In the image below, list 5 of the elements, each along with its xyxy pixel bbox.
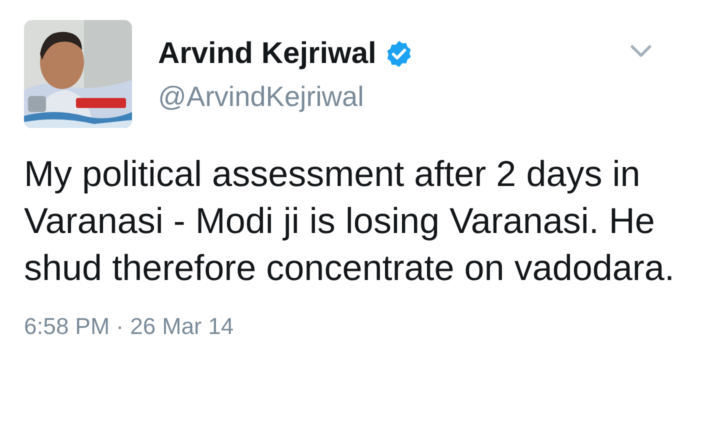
author-handle[interactable]: @ArvindKejriwal — [158, 80, 414, 114]
author-name: Arvind Kejriwal — [158, 36, 376, 72]
chevron-down-icon[interactable] — [630, 44, 652, 58]
timestamp: 6:58 PM · 26 Mar 14 — [24, 313, 234, 340]
tweet-text: My political assessment after 2 days in Varanasi - Modi ji is losing Varanasi. He shud therefore concentrate on vadodara. — [24, 152, 676, 290]
